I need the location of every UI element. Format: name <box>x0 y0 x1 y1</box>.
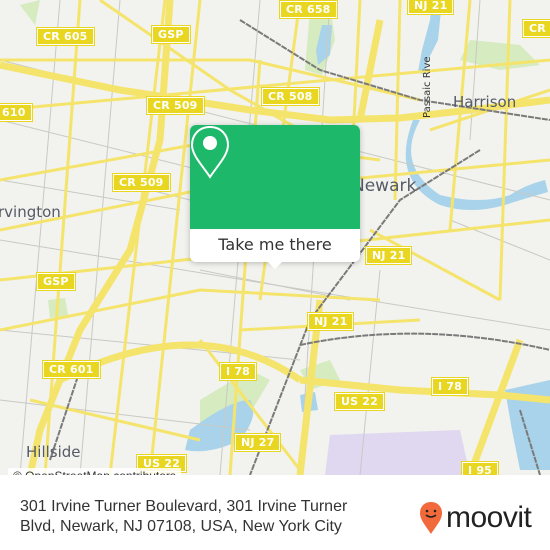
place-label-irvington: rvington <box>0 203 61 221</box>
place-label-newark: Newark <box>352 176 417 196</box>
address-text: 301 Irvine Turner Boulevard, 301 Irvine … <box>20 498 348 535</box>
moovit-wordmark: moovit <box>446 501 532 534</box>
route-shield: CR 509 <box>112 173 171 192</box>
route-shield: US 22 <box>334 392 385 411</box>
route-shield: I 95 <box>460 461 500 475</box>
airport <box>325 430 470 475</box>
take-me-there-button[interactable]: Take me there <box>190 229 360 262</box>
route-shield: NJ 27 <box>233 433 282 452</box>
route-shield: CR 601 <box>42 360 101 379</box>
place-label-harrison: Harrison <box>453 93 517 111</box>
route-shield: 610 <box>0 103 33 122</box>
route-shield: CR 605 <box>36 27 95 46</box>
moovit-pin-icon <box>420 502 442 534</box>
route-shield: CR 508 <box>261 87 320 106</box>
route-shield: CR 509 <box>146 96 205 115</box>
moovit-logo[interactable]: moovit <box>419 501 532 535</box>
popup-header <box>190 125 360 229</box>
location-popup: Take me there <box>190 125 360 269</box>
route-shield: GSP <box>36 272 76 291</box>
route-shield: NJ 21 <box>406 0 455 15</box>
route-shield: I 78 <box>430 377 470 396</box>
route-shield: I 78 <box>218 362 258 381</box>
place-label-hillside: Hillside <box>26 443 81 461</box>
route-shield: NJ 21 <box>364 246 413 265</box>
location-pin-icon <box>190 125 230 179</box>
route-shield: CR 5 <box>522 19 550 38</box>
map-attribution[interactable]: © OpenStreetMap contributors <box>8 468 181 475</box>
river-label: Passaic Rive <box>422 56 433 118</box>
route-shield: CR 658 <box>279 0 338 19</box>
map[interactable]: CR 605 GSP CR 658 NJ 21 CR 5 610 CR 509 … <box>0 0 550 475</box>
route-shield: NJ 21 <box>306 312 355 331</box>
route-shield: GSP <box>151 25 191 44</box>
popup-pointer <box>267 261 283 269</box>
